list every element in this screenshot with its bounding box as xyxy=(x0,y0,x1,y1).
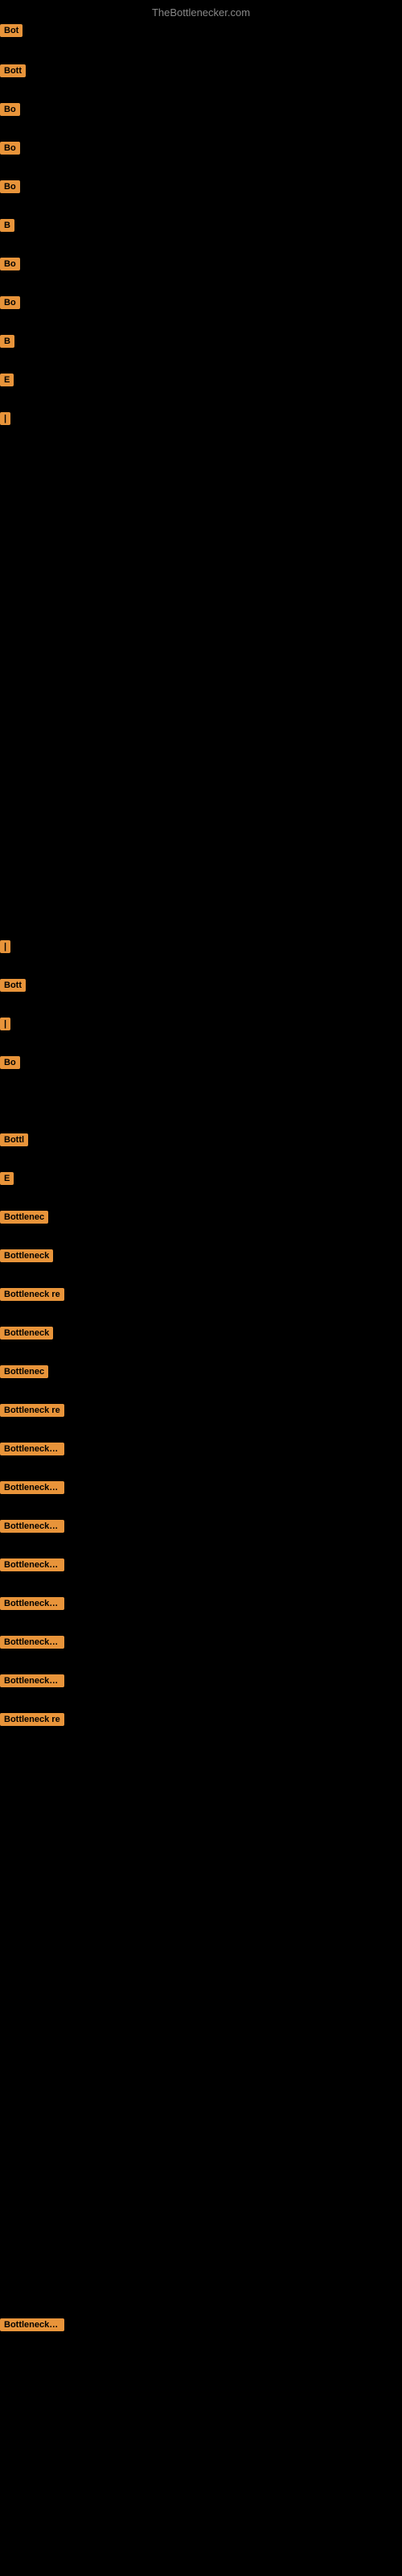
label-badge-b27: Bottleneck resu xyxy=(0,1558,64,1571)
label-badge-b24: Bottleneck resu xyxy=(0,1443,64,1455)
label-badge-b13: Bott xyxy=(0,979,26,992)
label-badge-b17: E xyxy=(0,1172,14,1185)
label-badge-b4: Bo xyxy=(0,142,20,155)
site-title: TheBottlenecker.com xyxy=(152,6,250,19)
label-badge-b12: | xyxy=(0,940,10,953)
label-badge-b15: Bo xyxy=(0,1056,20,1069)
label-badge-b31: Bottleneck re xyxy=(0,1713,64,1726)
label-badge-b9: B xyxy=(0,335,14,348)
label-badge-b29: Bottleneck resu xyxy=(0,1636,64,1649)
label-badge-b26: Bottleneck resu xyxy=(0,1520,64,1533)
label-badge-b30: Bottleneck resu xyxy=(0,1674,64,1687)
label-badge-b1: Bot xyxy=(0,24,23,37)
label-badge-b23: Bottleneck re xyxy=(0,1404,64,1417)
label-badge-b3: Bo xyxy=(0,103,20,116)
label-badge-b2: Bott xyxy=(0,64,26,77)
label-badge-b25: Bottleneck resu xyxy=(0,1481,64,1494)
label-badge-b5: Bo xyxy=(0,180,20,193)
label-badge-b21: Bottleneck xyxy=(0,1327,53,1340)
label-badge-b8: Bo xyxy=(0,296,20,309)
label-badge-b10: E xyxy=(0,374,14,386)
label-badge-b6: B xyxy=(0,219,14,232)
label-badge-b19: Bottleneck xyxy=(0,1249,53,1262)
label-badge-b11: | xyxy=(0,412,10,425)
label-badge-b14: | xyxy=(0,1018,10,1030)
label-badge-b28: Bottleneck resu xyxy=(0,1597,64,1610)
label-badge-b7: Bo xyxy=(0,258,20,270)
label-badge-b18: Bottlenec xyxy=(0,1211,48,1224)
label-badge-b20: Bottleneck re xyxy=(0,1288,64,1301)
label-badge-b32: Bottleneck rest xyxy=(0,2318,64,2331)
label-badge-b22: Bottlenec xyxy=(0,1365,48,1378)
label-badge-b16: Bottl xyxy=(0,1133,28,1146)
